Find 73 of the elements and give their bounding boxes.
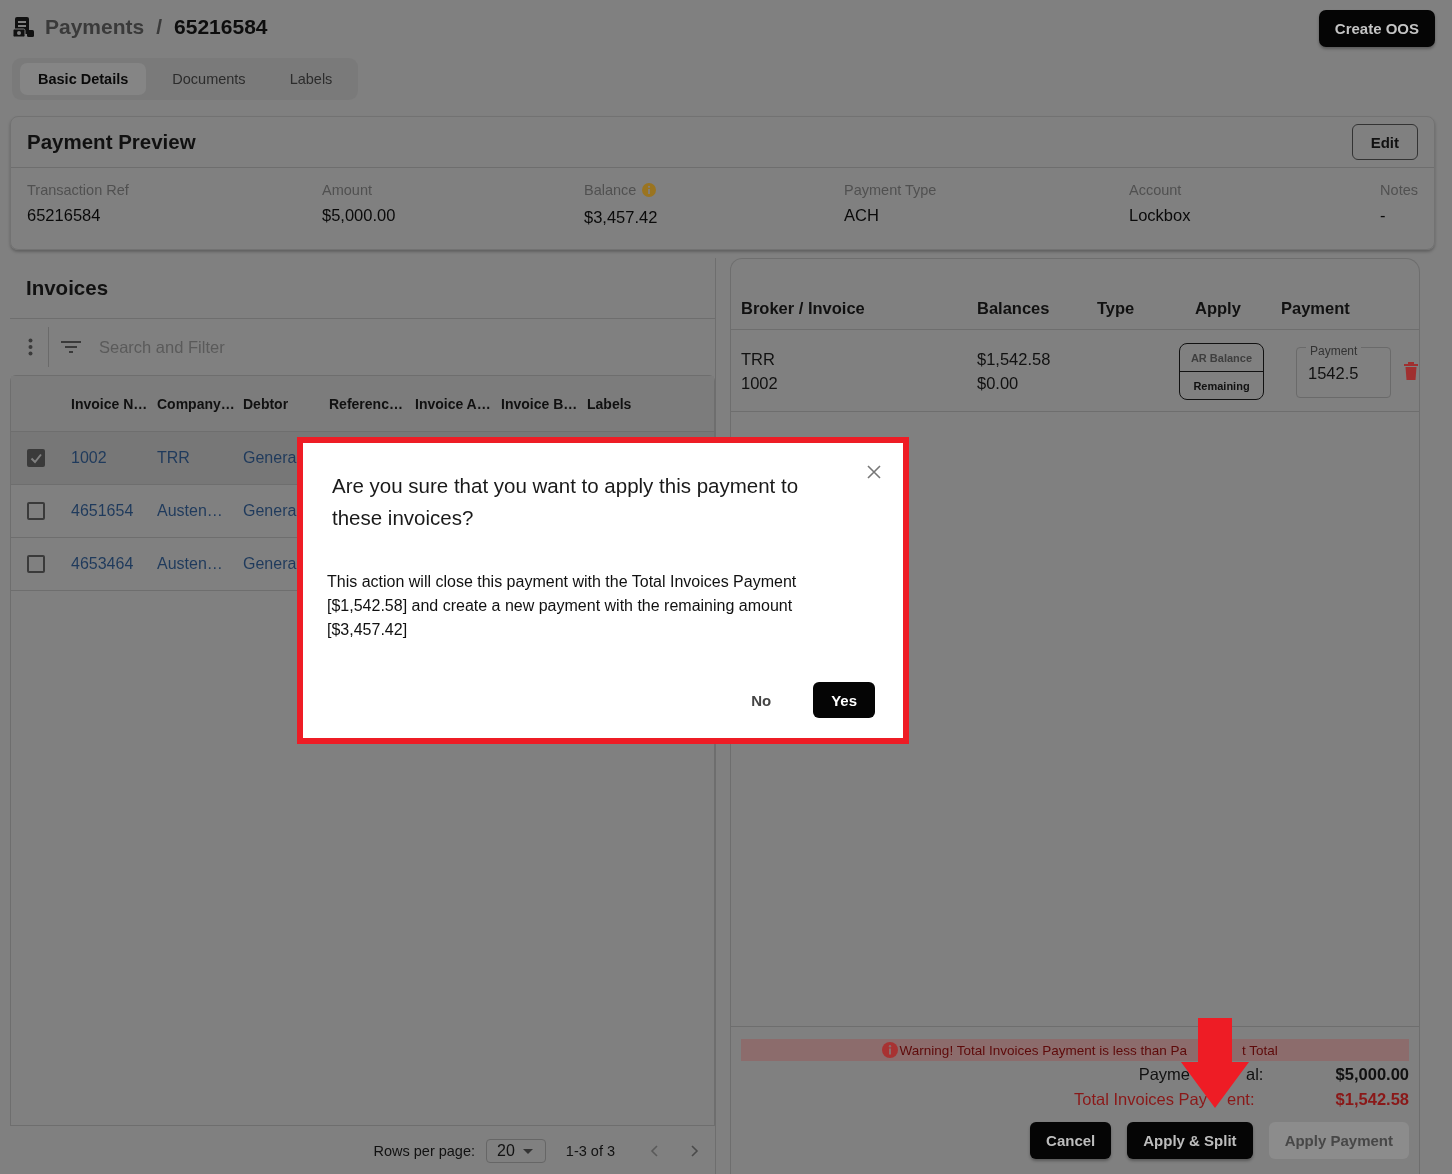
breadcrumb-separator: / [156, 15, 163, 39]
action-button[interactable]: Cancel [1030, 1122, 1112, 1159]
check-icon [29, 451, 43, 465]
page-range: 1-3 of 3 [565, 1143, 615, 1159]
invoice-link[interactable]: 1002 [71, 449, 157, 467]
trash-icon[interactable] [1404, 361, 1418, 380]
action-button[interactable]: Apply & Split [1127, 1122, 1253, 1159]
column-header: Payment [1281, 299, 1351, 318]
column-header[interactable]: Debtor [243, 395, 329, 412]
dialog-message: This action will close this payment with the Total Invoices Payment [$1,542.58] and create a new payment with the remaining amount [$3,457.42] [327, 572, 798, 640]
field-value: $5,000.00 [322, 206, 397, 225]
invoice-number: 1002 [741, 372, 779, 394]
previous-page-icon[interactable] [650, 1145, 659, 1157]
dialog-title: Are you sure that you want to apply this payment to these invoices? [332, 473, 800, 531]
column-header[interactable]: Company… [157, 395, 243, 412]
tab[interactable]: Labels [271, 63, 351, 95]
toggle-option[interactable]: Remaining [1180, 371, 1263, 399]
toggle-option[interactable]: AR Balance [1180, 344, 1263, 371]
field-value: $3,457.42 [584, 208, 659, 227]
invoice-link[interactable]: 4653464 [71, 555, 157, 573]
next-page-icon[interactable] [690, 1145, 699, 1157]
field-value: - [1380, 206, 1387, 225]
table-cell-text: Austen… [157, 502, 224, 520]
filter-icon [61, 341, 81, 353]
page-title: 65216584 [174, 15, 268, 39]
table-cell-text: Genera [243, 449, 298, 467]
column-header: Apply [1194, 299, 1242, 318]
edit-button[interactable]: Edit [1351, 124, 1418, 160]
create-oos-button[interactable]: Create OOS [1318, 9, 1435, 47]
field-value: ACH [844, 206, 880, 225]
total-value: $1,542.58 [1334, 1089, 1409, 1109]
checkbox[interactable] [27, 449, 45, 467]
column-header: Type [1097, 299, 1136, 318]
warning-text: t Total [1242, 1042, 1278, 1058]
more-options-icon [28, 338, 33, 356]
receipt-icon [12, 16, 35, 38]
total-label: ent: [1227, 1089, 1255, 1109]
invoice-link[interactable]: 4651654 [71, 502, 157, 520]
column-header[interactable]: Referenc… [329, 395, 415, 412]
table-cell-text: Genera [243, 555, 298, 573]
rows-per-page-label: Rows per page: [373, 1143, 476, 1159]
caret-icon [522, 1148, 533, 1154]
column-header: Balances [977, 299, 1051, 318]
column-header: Broker / Invoice [741, 299, 866, 318]
tab[interactable]: Documents [154, 63, 264, 95]
column-header[interactable]: Invoice N… [71, 395, 157, 412]
table-cell-text: Austen… [157, 555, 224, 573]
field-value: Lockbox [1129, 206, 1192, 225]
total-label: al: [1246, 1064, 1264, 1084]
panel-title: Invoices [10, 258, 715, 319]
column-header[interactable]: Invoice A… [415, 395, 501, 412]
total-label: Total Invoices Pay [1073, 1089, 1207, 1109]
field-value: 65216584 [27, 206, 102, 225]
close-icon[interactable] [867, 465, 881, 479]
total-value: $5,000.00 [1334, 1064, 1409, 1084]
column-header[interactable]: Labels [587, 395, 673, 412]
warning-text: Warning! Total Invoices Payment is less than Pa [899, 1042, 1187, 1058]
warning-icon [881, 1042, 898, 1058]
broker-name: TRR [741, 348, 776, 370]
yes-button[interactable]: Yes [813, 682, 875, 718]
tab[interactable]: Basic Details [20, 63, 147, 95]
rows-per-page-select[interactable]: 20 [486, 1139, 546, 1163]
remaining-amount: $0.00 [977, 372, 1020, 394]
card-title: Payment Preview [27, 130, 196, 154]
checkbox[interactable] [27, 555, 45, 573]
table-cell-text: TRR [157, 449, 191, 467]
balance-amount: $1,542.58 [977, 348, 1052, 370]
checkbox[interactable] [27, 502, 45, 520]
breadcrumb-link[interactable]: Payments [45, 15, 145, 39]
column-header[interactable]: Invoice B… [501, 395, 587, 412]
total-label: Payme [1137, 1064, 1190, 1084]
no-button[interactable]: No [733, 682, 790, 718]
table-cell-text: Genera [243, 502, 298, 520]
